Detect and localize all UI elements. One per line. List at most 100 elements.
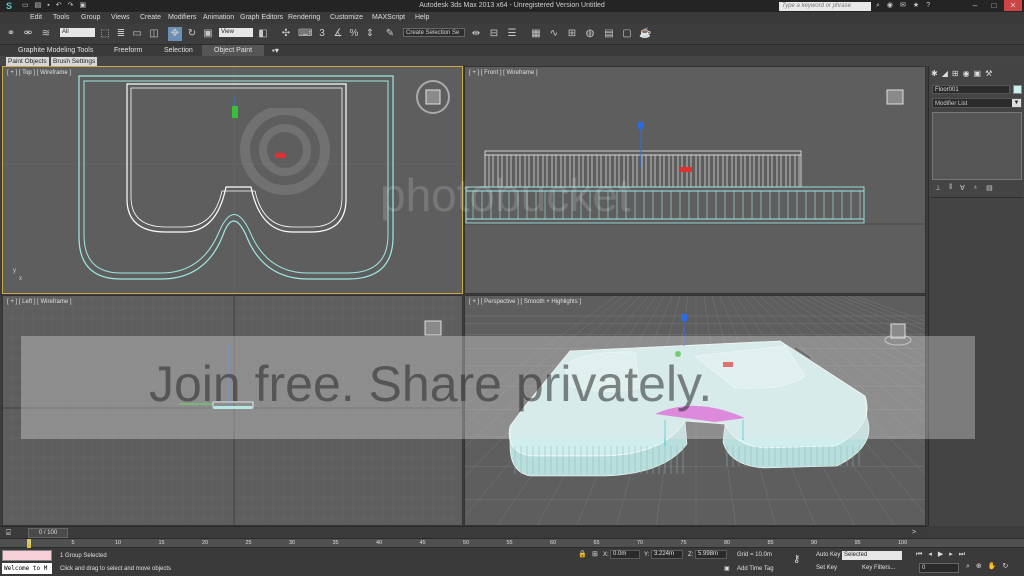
display-tab-icon[interactable]: ▣ bbox=[974, 69, 982, 78]
panel-brush-settings[interactable]: Brush Settings bbox=[51, 57, 98, 66]
set-key-button[interactable]: Set Key bbox=[816, 564, 837, 572]
close-button[interactable]: ✕ bbox=[1004, 0, 1022, 11]
menu-views[interactable]: Views bbox=[111, 13, 130, 23]
align-icon[interactable]: ⊟ bbox=[488, 27, 500, 41]
mirror-icon[interactable]: ⇹ bbox=[470, 27, 482, 41]
viewport-perspective-label[interactable]: [ + ] [ Perspective ] [ Smooth + Highlig… bbox=[469, 298, 581, 306]
y-coordinate-field[interactable]: 3.224m bbox=[651, 550, 683, 559]
spinner-snap-icon[interactable]: ⇕ bbox=[364, 27, 376, 41]
named-selection-dropdown[interactable]: Create Selection Se bbox=[403, 28, 465, 37]
curve-editor-icon[interactable]: ∿ bbox=[548, 27, 560, 41]
menu-tools[interactable]: Tools bbox=[53, 13, 69, 23]
viewport-perspective[interactable]: [ + ] [ Perspective ] [ Smooth + Highlig… bbox=[464, 295, 926, 526]
select-object-icon[interactable]: ⬚ bbox=[99, 27, 111, 41]
viewport-left[interactable]: [ + ] [ Left ] [ Wireframe ] bbox=[2, 295, 463, 526]
rectangular-region-icon[interactable]: ▭ bbox=[131, 27, 143, 41]
menu-edit[interactable]: Edit bbox=[30, 13, 42, 23]
search-input[interactable]: Type a keyword or phrase bbox=[779, 2, 871, 11]
keyboard-shortcut-override-icon[interactable]: ⌨ bbox=[298, 27, 312, 41]
previous-frame-icon[interactable]: ◂ bbox=[928, 551, 932, 559]
communication-icon[interactable]: ✉ bbox=[900, 1, 906, 11]
viewcube-front-icon[interactable] bbox=[883, 85, 909, 111]
select-and-scale-icon[interactable]: ▣ bbox=[202, 27, 214, 41]
maxscript-output[interactable]: Welcome to M bbox=[2, 563, 52, 574]
unlink-icon[interactable]: ⚮ bbox=[22, 27, 34, 41]
select-and-rotate-icon[interactable]: ↻ bbox=[186, 27, 198, 41]
time-tag-icon[interactable]: ▣ bbox=[724, 565, 730, 573]
time-slider[interactable]: 0 / 100 bbox=[28, 528, 68, 538]
viewport-top-label[interactable]: [ + ] [ Top ] [ Wireframe ] bbox=[7, 69, 71, 77]
viewport-left-label[interactable]: [ + ] [ Left ] [ Wireframe ] bbox=[7, 298, 72, 306]
search-icon[interactable]: ⌕ bbox=[876, 1, 880, 11]
mini-curve-editor-icon[interactable]: ⌸ bbox=[6, 528, 11, 538]
snaps-toggle-icon[interactable]: 3 bbox=[316, 27, 328, 41]
play-icon[interactable]: ▶ bbox=[938, 551, 943, 559]
orbit-icon[interactable]: ↻ bbox=[1003, 563, 1009, 571]
tab-freeform[interactable]: Freeform bbox=[114, 46, 142, 55]
object-color-swatch[interactable] bbox=[1013, 85, 1022, 94]
viewcube-perspective-icon[interactable] bbox=[883, 318, 913, 348]
configure-modifier-sets-icon[interactable]: ▤ bbox=[986, 184, 993, 192]
graphite-toggle-icon[interactable]: ▦ bbox=[530, 27, 542, 41]
render-setup-icon[interactable]: ▤ bbox=[603, 27, 615, 41]
select-manipulate-icon[interactable]: ✣ bbox=[280, 27, 292, 41]
render-production-icon[interactable]: ☕ bbox=[639, 27, 651, 41]
ribbon-minimize-icon[interactable]: ▪▾ bbox=[272, 46, 279, 55]
viewport-top[interactable]: y x [ + ] [ Top ] [ Wireframe ] bbox=[2, 66, 463, 294]
pin-stack-icon[interactable]: ⊥ bbox=[935, 184, 941, 192]
menu-create[interactable]: Create bbox=[140, 13, 161, 23]
go-to-end-icon[interactable]: ⏭ bbox=[959, 551, 965, 559]
tab-selection[interactable]: Selection bbox=[164, 46, 193, 55]
menu-modifiers[interactable]: Modifiers bbox=[168, 13, 196, 23]
viewcube-left-icon[interactable] bbox=[421, 316, 447, 342]
viewcube-top-icon[interactable] bbox=[415, 79, 451, 115]
select-by-name-icon[interactable]: ≣ bbox=[115, 27, 127, 41]
next-key-icon[interactable]: ▸ bbox=[949, 551, 953, 559]
menu-rendering[interactable]: Rendering bbox=[288, 13, 320, 23]
menu-group[interactable]: Group bbox=[81, 13, 100, 23]
link-icon[interactable]: ⚭ bbox=[5, 27, 17, 41]
time-slider-track[interactable]: ⌸ 0 / 100 > bbox=[0, 526, 928, 538]
create-tab-icon[interactable]: ✱ bbox=[931, 69, 938, 78]
modify-tab-icon[interactable]: ◢ bbox=[942, 69, 948, 78]
current-frame-field[interactable]: 0 bbox=[919, 563, 959, 573]
pivot-center-icon[interactable]: ◧ bbox=[257, 27, 269, 41]
zoom-all-icon[interactable]: ⊕ bbox=[976, 563, 982, 571]
bind-space-warp-icon[interactable]: ≋ bbox=[40, 27, 52, 41]
layer-manager-icon[interactable]: ☰ bbox=[506, 27, 518, 41]
window-crossing-icon[interactable]: ◫ bbox=[148, 27, 160, 41]
viewport-front[interactable]: [ + ] [ Front ] [ Wireframe ] bbox=[464, 66, 926, 294]
select-and-move-icon[interactable]: ✥ bbox=[168, 27, 182, 41]
viewport-front-label[interactable]: [ + ] [ Front ] [ Wireframe ] bbox=[469, 69, 538, 77]
absolute-mode-icon[interactable]: ⊞ bbox=[592, 550, 598, 558]
favorites-icon[interactable]: ★ bbox=[913, 1, 919, 11]
material-editor-icon[interactable]: ◍ bbox=[584, 27, 596, 41]
tab-graphite-modeling-tools[interactable]: Graphite Modeling Tools bbox=[18, 46, 93, 55]
panel-paint-objects[interactable]: Paint Objects bbox=[6, 57, 49, 66]
remove-modifier-icon[interactable]: ♁ bbox=[973, 184, 978, 192]
next-frame-icon[interactable]: > bbox=[912, 528, 916, 538]
reference-coordinate-dropdown[interactable]: View bbox=[219, 28, 253, 37]
key-filters-button[interactable]: Key Filters... bbox=[862, 564, 895, 572]
menu-maxscript[interactable]: MAXScript bbox=[372, 13, 405, 23]
rendered-frame-window-icon[interactable]: ▢ bbox=[621, 27, 633, 41]
menu-graph-editors[interactable]: Graph Editors bbox=[240, 13, 283, 23]
help-icon[interactable]: ? bbox=[926, 1, 930, 11]
show-end-result-icon[interactable]: ‖ bbox=[949, 184, 952, 192]
pan-icon[interactable]: ✋ bbox=[988, 563, 997, 571]
chevron-down-icon[interactable]: ▼ bbox=[1012, 99, 1021, 107]
menu-animation[interactable]: Animation bbox=[203, 13, 234, 23]
go-to-start-icon[interactable]: ⏮ bbox=[916, 551, 922, 559]
angle-snap-icon[interactable]: ∡ bbox=[332, 27, 344, 41]
minimize-button[interactable]: – bbox=[966, 0, 984, 11]
set-key-icon[interactable]: ⚷ bbox=[793, 554, 800, 565]
tab-object-paint[interactable]: Object Paint bbox=[202, 45, 265, 56]
maxscript-listener-mini[interactable] bbox=[2, 550, 52, 561]
key-mode-dropdown[interactable]: Selected bbox=[842, 551, 902, 560]
motion-tab-icon[interactable]: ◉ bbox=[963, 69, 970, 78]
z-coordinate-field[interactable]: 5.998m bbox=[695, 550, 727, 559]
percent-snap-icon[interactable]: % bbox=[348, 27, 360, 41]
auto-key-button[interactable]: Auto Key bbox=[816, 551, 840, 559]
timeline-ruler[interactable]: 0 5 10 15 20 25 30 35 40 45 50 55 60 65 70 75 80 85 90 95 10… bbox=[0, 538, 1024, 548]
zoom-icon[interactable]: ⌕ bbox=[966, 563, 970, 571]
